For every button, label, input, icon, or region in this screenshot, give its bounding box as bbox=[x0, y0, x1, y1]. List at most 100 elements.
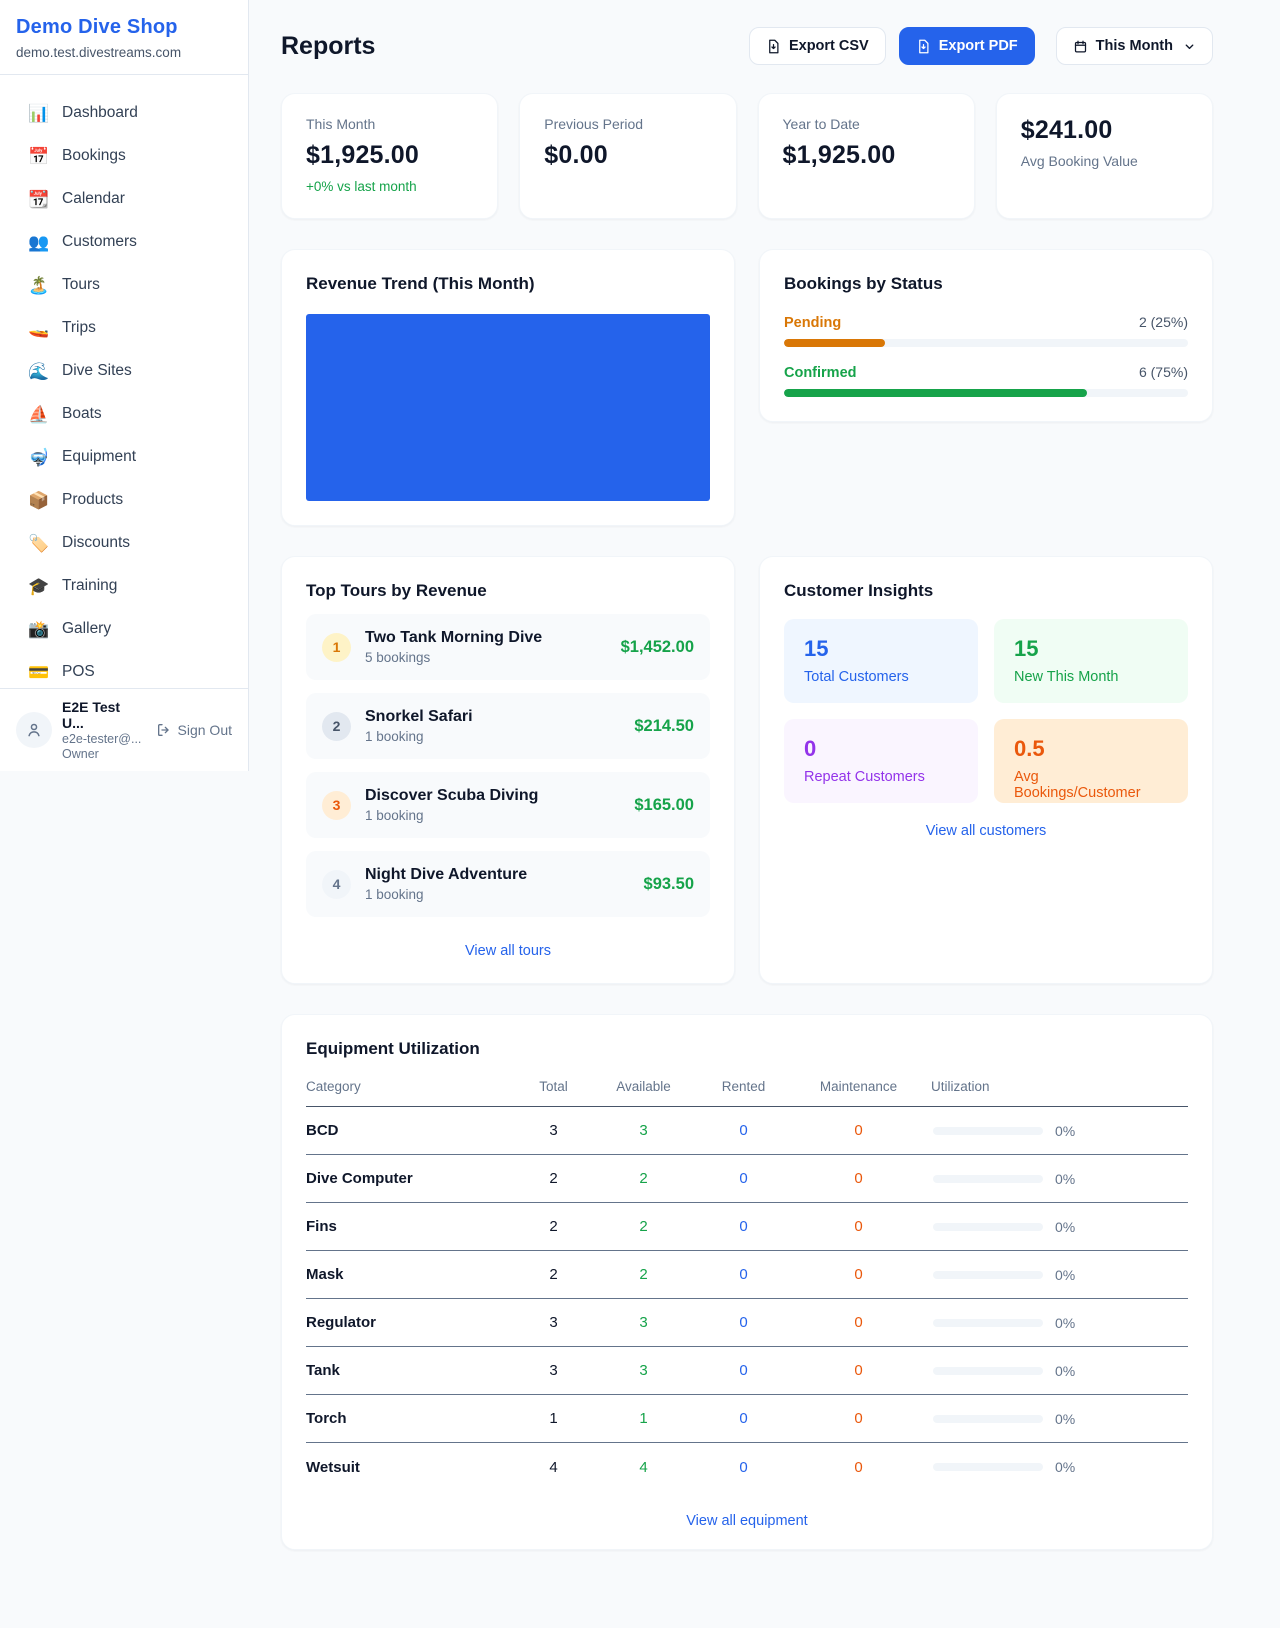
calendar-icon: 📅 bbox=[28, 148, 48, 165]
table-row: Fins 2 2 0 0 0% bbox=[306, 1203, 1188, 1251]
view-all-equipment-link[interactable]: View all equipment bbox=[306, 1513, 1188, 1529]
equipment-available: 2 bbox=[586, 1170, 701, 1187]
charts-row: Revenue Trend (This Month) Bookings by S… bbox=[281, 249, 1213, 526]
bookings-by-status-title: Bookings by Status bbox=[784, 274, 1188, 294]
sidebar-item-dive-sites[interactable]: 🌊 Dive Sites bbox=[16, 351, 232, 391]
table-row: Regulator 3 3 0 0 0% bbox=[306, 1299, 1188, 1347]
table-row: BCD 3 3 0 0 0% bbox=[306, 1107, 1188, 1155]
tour-row: 4 Night Dive Adventure 1 booking $93.50 bbox=[306, 851, 710, 917]
utilization-percent: 0% bbox=[1055, 1219, 1075, 1235]
tear-off-calendar-icon: 📆 bbox=[28, 191, 48, 208]
island-icon: 🏝️ bbox=[28, 277, 48, 294]
tile-label: Avg Bookings/Customer bbox=[1014, 769, 1168, 801]
sidebar-item-calendar[interactable]: 📆 Calendar bbox=[16, 179, 232, 219]
sidebar-item-discounts[interactable]: 🏷️ Discounts bbox=[16, 523, 232, 563]
equipment-total: 2 bbox=[521, 1218, 586, 1235]
user-email: e2e-tester@... bbox=[62, 732, 146, 746]
view-all-tours-link[interactable]: View all tours bbox=[306, 943, 710, 959]
sidebar-nav: 📊 Dashboard 📅 Bookings 📆 Calendar 👥 Cust… bbox=[0, 75, 248, 705]
sailboat-icon: ⛵ bbox=[28, 406, 48, 423]
people-icon: 👥 bbox=[28, 234, 48, 251]
tour-revenue: $93.50 bbox=[644, 875, 694, 894]
utilization-bar-track bbox=[933, 1271, 1043, 1279]
equipment-available: 1 bbox=[586, 1410, 701, 1427]
stat-label: Avg Booking Value bbox=[1021, 153, 1188, 169]
equipment-utilization-cell: 0% bbox=[931, 1363, 1188, 1379]
sidebar-item-training[interactable]: 🎓 Training bbox=[16, 566, 232, 606]
equipment-available: 3 bbox=[586, 1122, 701, 1139]
sidebar-item-label: Dashboard bbox=[62, 104, 138, 122]
export-csv-button[interactable]: Export CSV bbox=[749, 27, 886, 65]
sidebar-item-products[interactable]: 📦 Products bbox=[16, 480, 232, 520]
sidebar-item-bookings[interactable]: 📅 Bookings bbox=[16, 136, 232, 176]
tour-row: 3 Discover Scuba Diving 1 booking $165.0… bbox=[306, 772, 710, 838]
stat-card-this-month: This Month $1,925.00 +0% vs last month bbox=[281, 93, 498, 219]
tour-bookings: 5 bookings bbox=[365, 650, 607, 665]
stat-card-year-to-date: Year to Date $1,925.00 bbox=[758, 93, 975, 219]
period-dropdown[interactable]: This Month bbox=[1056, 27, 1213, 65]
top-tours-card: Top Tours by Revenue 1 Two Tank Morning … bbox=[281, 556, 735, 984]
utilization-percent: 0% bbox=[1055, 1411, 1075, 1427]
package-icon: 📦 bbox=[28, 492, 48, 509]
stat-card-previous-period: Previous Period $0.00 bbox=[519, 93, 736, 219]
status-bar-track bbox=[784, 339, 1188, 347]
sidebar-item-gallery[interactable]: 📸 Gallery bbox=[16, 609, 232, 649]
status-row-confirmed: Confirmed 6 (75%) bbox=[784, 364, 1188, 397]
tour-row: 2 Snorkel Safari 1 booking $214.50 bbox=[306, 693, 710, 759]
table-row: Mask 2 2 0 0 0% bbox=[306, 1251, 1188, 1299]
utilization-percent: 0% bbox=[1055, 1171, 1075, 1187]
equipment-table-header: Category Total Available Rented Maintena… bbox=[306, 1079, 1188, 1107]
table-row: Wetsuit 4 4 0 0 0% bbox=[306, 1443, 1188, 1491]
sidebar-item-label: Bookings bbox=[62, 147, 126, 165]
column-header-category: Category bbox=[306, 1079, 521, 1094]
sidebar-item-customers[interactable]: 👥 Customers bbox=[16, 222, 232, 262]
equipment-utilization-cell: 0% bbox=[931, 1267, 1188, 1283]
rank-badge: 3 bbox=[322, 791, 351, 820]
sidebar-item-label: Equipment bbox=[62, 448, 136, 466]
equipment-maintenance: 0 bbox=[786, 1314, 931, 1331]
equipment-total: 3 bbox=[521, 1362, 586, 1379]
utilization-bar-track bbox=[933, 1319, 1043, 1327]
header-actions: Export CSV Export PDF This Month bbox=[749, 27, 1213, 65]
sidebar-item-pos[interactable]: 💳 POS bbox=[16, 652, 232, 692]
sidebar-item-boats[interactable]: ⛵ Boats bbox=[16, 394, 232, 434]
equipment-total: 1 bbox=[521, 1410, 586, 1427]
column-header-utilization: Utilization bbox=[931, 1079, 1188, 1094]
equipment-available: 2 bbox=[586, 1218, 701, 1235]
wave-icon: 🌊 bbox=[28, 363, 48, 380]
customer-insights-title: Customer Insights bbox=[784, 581, 1188, 601]
period-label: This Month bbox=[1096, 38, 1173, 54]
table-row: Torch 1 1 0 0 0% bbox=[306, 1395, 1188, 1443]
equipment-available: 4 bbox=[586, 1459, 701, 1476]
tile-label: Total Customers bbox=[804, 669, 958, 685]
utilization-bar-track bbox=[933, 1415, 1043, 1423]
tour-revenue: $165.00 bbox=[634, 796, 694, 815]
sign-out-button[interactable]: Sign Out bbox=[156, 722, 232, 738]
sidebar-item-dashboard[interactable]: 📊 Dashboard bbox=[16, 93, 232, 133]
tile-label: Repeat Customers bbox=[804, 769, 958, 785]
sidebar-item-label: Boats bbox=[62, 405, 102, 423]
equipment-utilization-cell: 0% bbox=[931, 1315, 1188, 1331]
page-header: Reports Export CSV Export PDF This Month bbox=[281, 27, 1213, 65]
rank-badge: 2 bbox=[322, 712, 351, 741]
sidebar-item-trips[interactable]: 🚤 Trips bbox=[16, 308, 232, 348]
sidebar-item-equipment[interactable]: 🤿 Equipment bbox=[16, 437, 232, 477]
sidebar-item-label: Tours bbox=[62, 276, 100, 294]
customer-insights-card: Customer Insights 15 Total Customers 15 … bbox=[759, 556, 1213, 984]
status-label: Confirmed bbox=[784, 365, 857, 381]
sidebar-item-tours[interactable]: 🏝️ Tours bbox=[16, 265, 232, 305]
sidebar-item-label: Products bbox=[62, 491, 123, 509]
sign-out-label: Sign Out bbox=[178, 722, 232, 738]
user-name: E2E Test U... bbox=[62, 699, 146, 731]
table-row: Tank 3 3 0 0 0% bbox=[306, 1347, 1188, 1395]
equipment-maintenance: 0 bbox=[786, 1459, 931, 1476]
column-header-available: Available bbox=[586, 1079, 701, 1094]
utilization-percent: 0% bbox=[1055, 1123, 1075, 1139]
equipment-utilization-cell: 0% bbox=[931, 1219, 1188, 1235]
tag-icon: 🏷️ bbox=[28, 535, 48, 552]
person-icon bbox=[25, 721, 43, 739]
stat-label: Year to Date bbox=[783, 116, 950, 132]
export-pdf-button[interactable]: Export PDF bbox=[899, 27, 1035, 65]
view-all-customers-link[interactable]: View all customers bbox=[784, 823, 1188, 839]
equipment-utilization-cell: 0% bbox=[931, 1411, 1188, 1427]
